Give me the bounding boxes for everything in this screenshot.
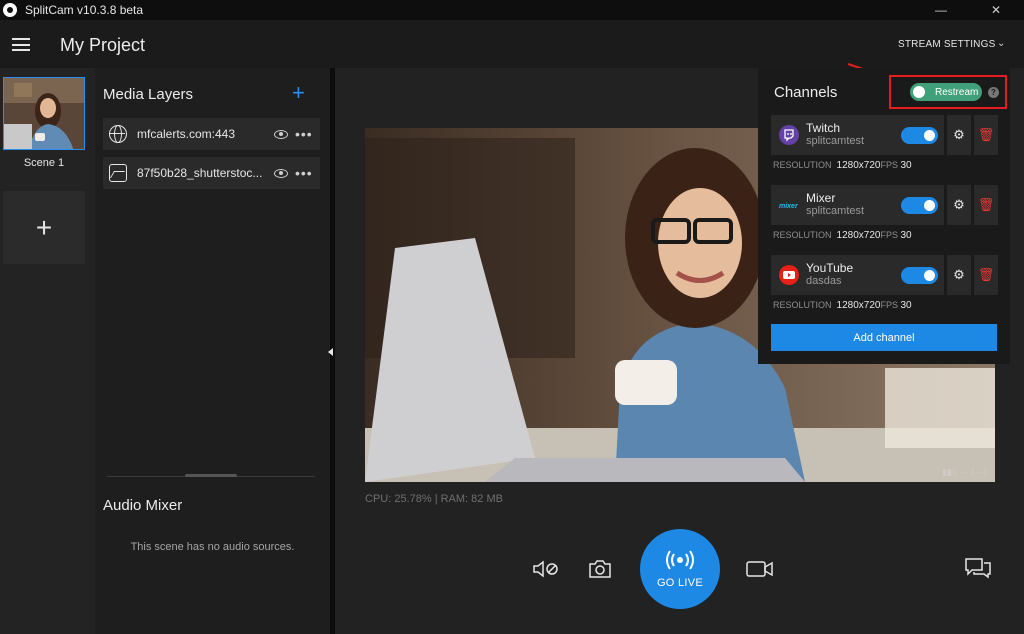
camera-snapshot-icon[interactable] [588,558,612,585]
scene-label: Scene 1 [23,157,65,169]
trash-icon[interactable]: 🗑 [974,255,998,295]
channel-resolution: RESOLUTION 1280x720FPS 30 [773,160,912,171]
help-icon[interactable]: ? [988,87,999,98]
toggle-knob [913,86,925,98]
mixer-icon: mixer [779,195,799,215]
gear-icon[interactable]: ⚙ [947,115,971,155]
scene-thumbnail[interactable] [3,77,85,150]
eye-icon[interactable] [274,168,288,178]
channel-username: dasdas [806,275,842,287]
more-options-icon[interactable]: ••• [295,127,313,141]
gear-icon[interactable]: ⚙ [947,185,971,225]
youtube-icon [779,265,799,285]
restream-label: Restream [935,86,979,98]
globe-icon [109,125,127,143]
channel-name: Twitch [806,121,841,135]
scenes-panel: Scene 1 + [0,68,95,634]
audio-mixer-title: Audio Mixer [103,497,183,514]
channel-row-twitch[interactable]: Twitch splitcamtest [771,115,944,155]
go-live-button[interactable]: GO LIVE [640,529,720,609]
channel-resolution: RESOLUTION 1280x720FPS 30 [773,300,912,311]
broadcast-icon [666,550,694,570]
media-layers-panel: Media Layers + mfcalerts.com:443 ••• 87f… [95,68,330,634]
channel-row-mixer[interactable]: mixer Mixer splitcamtest [771,185,944,225]
eye-icon[interactable] [274,129,288,139]
layer-row[interactable]: 87f50b28_shutterstoc... ••• [103,157,320,189]
media-layers-title: Media Layers [103,86,194,103]
restream-highlight: Restream ? [889,75,1007,109]
channel-row-youtube[interactable]: YouTube dasdas [771,255,944,295]
layer-name: 87f50b28_shutterstoc... [137,166,262,180]
layer-name: mfcalerts.com:443 [137,127,236,141]
channel-name: Mixer [806,191,836,205]
channel-username: splitcamtest [806,135,865,147]
image-icon [109,164,127,182]
restream-toggle[interactable]: Restream [910,83,982,101]
cpu-ram-status: CPU: 25.78% | RAM: 82 MB [365,493,503,505]
channel-enable-toggle[interactable] [901,197,938,214]
trash-icon[interactable]: 🗑 [974,115,998,155]
watermark: ▮▮▯ ··· ⟨···⟩ [942,467,987,477]
add-scene-button[interactable]: + [3,191,85,264]
no-audio-message: This scene has no audio sources. [130,541,295,553]
resize-handle[interactable] [185,474,237,477]
title-bar: SplitCam v10.3.8 beta — ✕ [0,0,1024,20]
trash-icon[interactable]: 🗑 [974,185,998,225]
scene-preview-image [4,78,84,149]
channel-username: splitcamtest [806,205,865,217]
channel-name: YouTube [806,261,854,275]
minimize-button[interactable]: — [926,0,956,20]
close-button[interactable]: ✕ [981,0,1011,20]
splitcam-logo-icon [3,3,17,17]
add-channel-button[interactable]: Add channel [771,324,997,351]
video-record-icon[interactable] [746,560,774,583]
go-live-label: GO LIVE [656,577,704,589]
add-layer-button[interactable]: + [292,80,305,106]
collapse-arrow-icon[interactable] [328,348,333,356]
menu-icon[interactable] [12,38,30,51]
layer-row[interactable]: mfcalerts.com:443 ••• [103,118,320,150]
channel-enable-toggle[interactable] [901,267,938,284]
channel-resolution: RESOLUTION 1280x720FPS 30 [773,230,912,241]
stream-settings-button[interactable]: STREAM SETTINGS [898,39,995,50]
window-title: SplitCam v10.3.8 beta [25,3,144,17]
channel-enable-toggle[interactable] [901,127,938,144]
chevron-down-icon[interactable]: ⌄ [997,38,1005,49]
twitch-icon [779,125,799,145]
channels-popup: Channels Restream ? Twitch splitcamtest … [758,68,1010,364]
mute-audio-icon[interactable] [532,559,560,584]
project-title: My Project [60,35,146,55]
channels-title: Channels [774,84,838,101]
gear-icon[interactable]: ⚙ [947,255,971,295]
header: My Project STREAM SETTINGS ⌄ [0,20,1024,68]
chat-icon[interactable] [964,557,992,584]
svg-text:mixer: mixer [779,203,799,210]
more-options-icon[interactable]: ••• [295,166,313,180]
